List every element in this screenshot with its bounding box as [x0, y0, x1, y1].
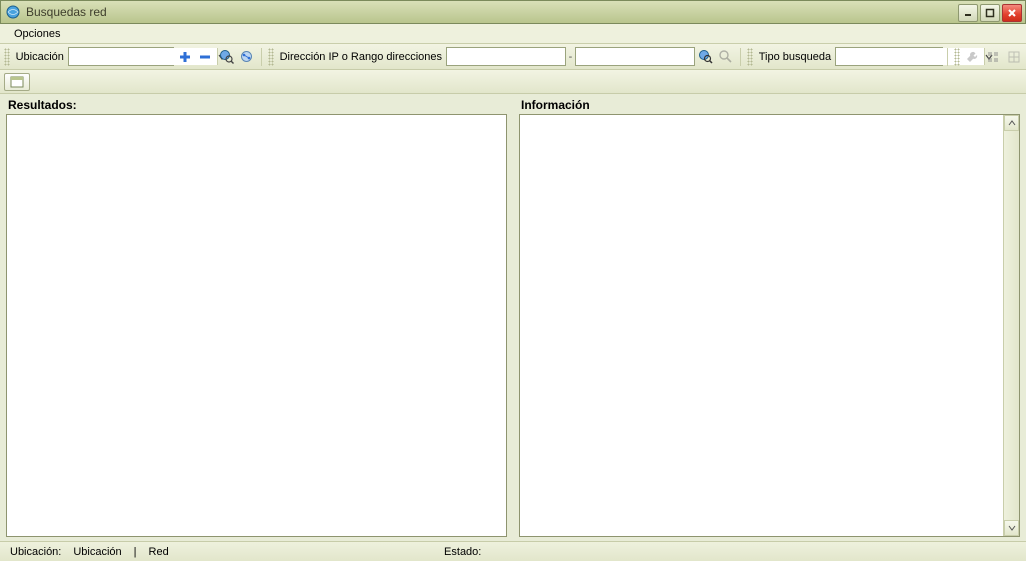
- search-button[interactable]: [716, 46, 737, 68]
- statusbar: Ubicación: Ubicación | Red Estado:: [0, 541, 1026, 561]
- toolbar-main: Ubicación Dirección IP o Rango direccion…: [0, 44, 1026, 70]
- scroll-up-icon[interactable]: [1004, 115, 1019, 131]
- status-ubicacion-label: Ubicación:: [6, 546, 65, 558]
- ip-to-field[interactable]: [575, 47, 695, 66]
- results-column: Resultados:: [0, 94, 513, 541]
- add-button[interactable]: [174, 46, 195, 68]
- tab-window-icon[interactable]: [4, 73, 30, 91]
- ip-label: Dirección IP o Rango direcciones: [276, 51, 446, 63]
- maximize-button[interactable]: [980, 4, 1000, 22]
- scroll-track[interactable]: [1004, 131, 1019, 520]
- ip-from-field[interactable]: [446, 47, 566, 66]
- tipo-label: Tipo busqueda: [755, 51, 835, 63]
- remove-button[interactable]: [195, 46, 216, 68]
- wrench-icon[interactable]: [962, 46, 983, 68]
- tipo-combo[interactable]: [835, 47, 943, 66]
- content-area: Resultados: Información: [0, 94, 1026, 541]
- titlebar: Busquedas red: [0, 0, 1026, 24]
- vertical-scrollbar[interactable]: [1003, 115, 1019, 536]
- search-globe-button[interactable]: [695, 46, 716, 68]
- status-estado-label: Estado:: [440, 546, 485, 558]
- info-panel[interactable]: [519, 114, 1020, 537]
- window-title: Busquedas red: [26, 5, 107, 19]
- results-panel[interactable]: [6, 114, 507, 537]
- ubicacion-label: Ubicación: [12, 51, 68, 63]
- info-header: Información: [519, 94, 1020, 114]
- toolbar-secondary: [0, 70, 1026, 94]
- ubicacion-combo[interactable]: [68, 47, 175, 66]
- info-column: Información: [513, 94, 1026, 541]
- toolbar-grip[interactable]: [747, 48, 753, 66]
- menu-opciones[interactable]: Opciones: [6, 26, 68, 42]
- globe-search-icon[interactable]: [216, 46, 237, 68]
- toolbar-separator: [947, 48, 948, 66]
- toolbar-separator: [261, 48, 262, 66]
- toolbar-separator: [740, 48, 741, 66]
- status-separator: |: [130, 546, 141, 558]
- range-separator: -: [566, 51, 576, 63]
- close-button[interactable]: [1002, 4, 1022, 22]
- results-header: Resultados:: [6, 94, 507, 114]
- window-controls: [958, 4, 1022, 22]
- toolbar-grip[interactable]: [954, 48, 960, 66]
- grid-alt-icon[interactable]: [1003, 46, 1024, 68]
- ip-to-input[interactable]: [576, 48, 694, 65]
- network-icon[interactable]: [236, 46, 257, 68]
- ip-from-input[interactable]: [447, 48, 565, 65]
- toolbar-grip[interactable]: [4, 48, 10, 66]
- toolbar-grip[interactable]: [268, 48, 274, 66]
- app-icon: [5, 4, 21, 20]
- grid-icon[interactable]: [983, 46, 1004, 68]
- status-ubicacion-value: Ubicación: [69, 546, 125, 558]
- menubar: Opciones: [0, 24, 1026, 44]
- scroll-down-icon[interactable]: [1004, 520, 1019, 536]
- minimize-button[interactable]: [958, 4, 978, 22]
- status-red-value: Red: [145, 546, 173, 558]
